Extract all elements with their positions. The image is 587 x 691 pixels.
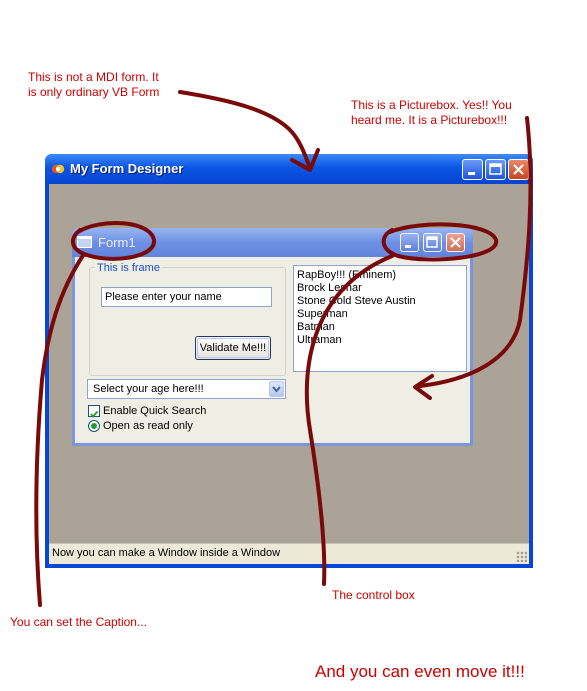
validate-button[interactable]: Validate Me!!! <box>195 336 271 360</box>
list-item[interactable]: Ultraman <box>294 334 416 347</box>
close-icon <box>513 164 524 175</box>
read-only-radio[interactable] <box>88 420 100 432</box>
annotation-line: This is not a MDI form. It <box>28 70 159 84</box>
annotation-line: heard me. It is a Picturebox!!! <box>351 113 508 127</box>
dropdown-button[interactable] <box>269 381 284 397</box>
frame-caption: This is frame <box>95 262 162 274</box>
name-input-value: Please enter your name <box>105 291 222 303</box>
radio-selected-dot <box>91 423 97 429</box>
annotation-caption: You can set the Caption... <box>10 615 147 629</box>
maximize-icon <box>426 236 438 248</box>
annotation-control-box: The control box <box>332 588 415 602</box>
annotation-not-mdi: This is not a MDI form. It is only ordin… <box>28 70 159 100</box>
status-bar: Now you can make a Window inside a Windo… <box>49 543 529 564</box>
form1-title: Form1 <box>98 235 136 250</box>
form1-minimize-button[interactable] <box>400 233 419 252</box>
list-item[interactable]: Brock Lesnar <box>294 282 416 295</box>
listbox-items: RapBoy!!! (Eminem) Brock Lesnar Stone Co… <box>294 269 416 347</box>
annotation-move: And you can even move it!!! <box>315 662 525 681</box>
annotation-line: is only ordinary VB Form <box>28 85 160 99</box>
quick-search-label[interactable]: Enable Quick Search <box>103 405 206 417</box>
close-icon <box>450 237 461 248</box>
annotation-picturebox: This is a Picturebox. Yes!! You heard me… <box>351 98 512 128</box>
form1-close-button[interactable] <box>446 233 465 252</box>
maximize-icon <box>489 163 502 175</box>
validate-button-label: Validate Me!!! <box>199 342 267 354</box>
chevron-down-icon <box>272 386 281 393</box>
minimize-icon <box>468 172 475 175</box>
form1-titlebar[interactable]: Form1 <box>72 228 473 257</box>
status-text: Now you can make a Window inside a Windo… <box>52 547 281 559</box>
annotation-line: This is a Picturebox. Yes!! You <box>351 98 512 112</box>
quick-search-checkbox[interactable] <box>88 405 100 418</box>
minimize-button[interactable] <box>462 159 483 180</box>
age-select[interactable]: Select your age here!!! <box>87 379 286 399</box>
main-window-title: My Form Designer <box>70 161 184 176</box>
resize-grip-icon[interactable] <box>516 551 527 562</box>
list-item[interactable]: RapBoy!!! (Eminem) <box>294 269 416 282</box>
main-window-titlebar[interactable]: My Form Designer <box>45 154 533 184</box>
vb-app-icon <box>51 164 65 174</box>
list-item[interactable]: Stone Cold Steve Austin <box>294 295 416 308</box>
close-button[interactable] <box>508 159 529 180</box>
window-icon <box>77 236 92 248</box>
list-item[interactable]: Superman <box>294 308 416 321</box>
checkmark-icon <box>90 410 99 418</box>
form1-maximize-button[interactable] <box>423 233 442 252</box>
read-only-label[interactable]: Open as read only <box>103 420 193 432</box>
names-listbox[interactable]: RapBoy!!! (Eminem) Brock Lesnar Stone Co… <box>293 265 467 372</box>
maximize-button[interactable] <box>485 159 506 180</box>
name-input[interactable]: Please enter your name <box>101 287 272 307</box>
age-select-value: Select your age here!!! <box>93 383 204 395</box>
list-item[interactable]: Batman <box>294 321 416 334</box>
minimize-icon <box>405 245 411 248</box>
